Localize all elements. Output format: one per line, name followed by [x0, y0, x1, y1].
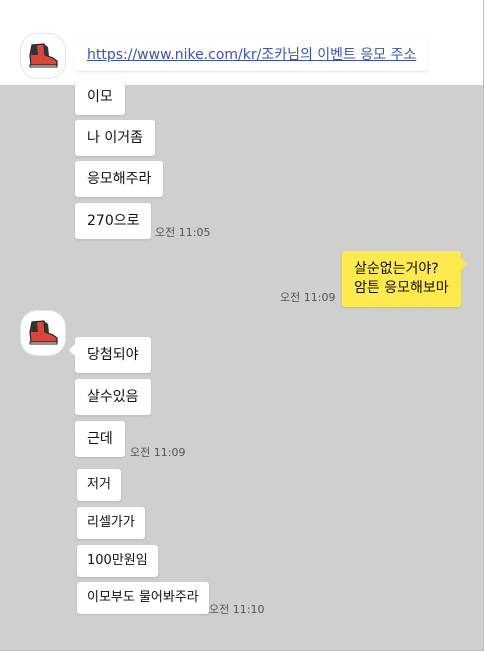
- message-bubble[interactable]: 살수있음: [75, 379, 151, 415]
- message-text: 리셀가가: [87, 515, 135, 530]
- message-text: 살순없는거야?: [354, 261, 439, 277]
- message-text: 나 이거좀: [87, 130, 143, 146]
- message-timestamp: 오전 11:05: [155, 226, 211, 239]
- event-link[interactable]: https://www.nike.com/kr/조카님의 이벤트 응모 주소: [87, 47, 416, 63]
- message-text: 270으로: [87, 213, 140, 229]
- sneaker-icon: [29, 320, 58, 345]
- message-bubble[interactable]: 리셀가가: [77, 507, 145, 539]
- message-bubble[interactable]: 응모해주라: [75, 161, 164, 197]
- message-text: 암튼 응모해보마: [354, 280, 449, 296]
- sneaker-icon: [29, 43, 58, 68]
- message-text: 응모해주라: [87, 171, 152, 187]
- message-timestamp: 오전 11:10: [209, 603, 265, 616]
- message-bubble[interactable]: 이모부도 물어봐주라: [77, 582, 209, 614]
- message-text: 이모: [87, 89, 113, 105]
- message-text: 살수있음: [87, 389, 139, 405]
- message-text: 근데: [87, 431, 113, 447]
- message-bubble[interactable]: 나 이거좀: [75, 120, 155, 156]
- message-bubble[interactable]: 당첨되야: [69, 337, 151, 373]
- message-bubble[interactable]: 100만원임: [77, 545, 158, 577]
- message-text: 저거: [87, 477, 111, 492]
- friend-avatar[interactable]: [21, 34, 65, 78]
- message-bubble[interactable]: 저거: [77, 469, 121, 501]
- message-timestamp: 오전 11:09: [130, 446, 186, 459]
- message-text: 100만원임: [87, 553, 148, 568]
- my-message-bubble[interactable]: 살순없는거야? 암튼 응모해보마: [342, 251, 467, 307]
- message-bubble[interactable]: 270으로: [75, 203, 152, 239]
- friend-avatar[interactable]: [21, 311, 65, 355]
- message-link[interactable]: https://www.nike.com/kr/조카님의 이벤트 응모 주소: [68, 38, 429, 71]
- message-bubble[interactable]: 근데: [75, 421, 125, 457]
- message-text: 이모부도 물어봐주라: [87, 590, 199, 605]
- message-text: 당첨되야: [87, 347, 139, 363]
- message-timestamp: 오전 11:09: [280, 291, 336, 304]
- message-bubble[interactable]: 이모: [75, 79, 125, 115]
- chat-window: https://www.nike.com/kr/조카님의 이벤트 응모 주소 이…: [0, 0, 484, 651]
